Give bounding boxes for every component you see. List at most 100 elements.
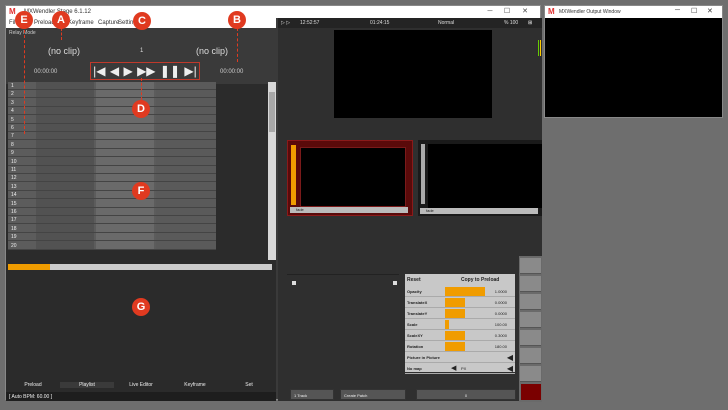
row-number: 6 [11, 125, 14, 131]
pause-icon[interactable]: ❚❚ [160, 65, 180, 77]
track-row[interactable]: 14 [8, 191, 216, 200]
maximize-icon[interactable]: ☐ [691, 7, 697, 15]
no-map-label: No map [407, 366, 422, 371]
strip-cell[interactable] [520, 294, 541, 310]
track-selector[interactable]: 1 Track [290, 389, 334, 400]
no-map-row[interactable]: No map ◀ PX ◀ [405, 363, 515, 374]
track-row[interactable]: 16 [8, 208, 216, 216]
pip-row[interactable]: Picture in Picture ◀ [405, 352, 515, 363]
row-number: 9 [11, 150, 14, 157]
track-row[interactable]: 17 [8, 216, 216, 225]
play-icon[interactable]: ▷ ▷ [281, 20, 290, 26]
minimize-icon[interactable]: ─ [675, 7, 680, 14]
menu-capture[interactable]: Capture [98, 20, 119, 26]
elapsed-time: 01:24:15 [370, 20, 390, 26]
property-row[interactable]: ScaleXY 0.3000 [405, 330, 515, 341]
layer-preview-1[interactable]: fade [287, 140, 413, 216]
property-slider[interactable] [445, 298, 465, 307]
maximize-icon[interactable]: ☐ [500, 7, 514, 17]
property-row[interactable]: Rotation 180.00 [405, 341, 515, 352]
track-row[interactable]: 1 [8, 82, 216, 90]
skip-forward-icon[interactable]: ▶| [184, 65, 196, 77]
no-map-value: PX [461, 366, 467, 371]
tab-preload[interactable]: Preload [6, 382, 60, 388]
properties-panel: Reset Copy to Preload Opacity 1.0000 Trans… [405, 274, 515, 374]
reset-button[interactable]: Reset [407, 277, 421, 283]
layer-2-level[interactable] [421, 144, 425, 204]
add-icon[interactable]: ⊞ [528, 20, 532, 26]
property-slider[interactable] [445, 287, 485, 296]
tab-playlist[interactable]: Playlist [60, 382, 114, 388]
property-value: 0.3000 [494, 333, 507, 338]
track-row[interactable]: 8 [8, 141, 216, 149]
property-row[interactable]: TranslateX 0.0000 [405, 297, 515, 308]
vertical-scrollbar[interactable] [268, 82, 276, 260]
skip-back-icon[interactable]: |◀ [93, 65, 105, 77]
property-value: 1.0000 [494, 289, 507, 294]
strip-cell[interactable] [520, 348, 541, 364]
track-row[interactable]: 4 [8, 107, 216, 116]
opacity-percent: % 100 [504, 20, 519, 26]
horizontal-scrollbar[interactable] [8, 264, 272, 270]
layer-1-level[interactable] [291, 145, 296, 205]
property-slider[interactable] [445, 320, 449, 329]
track-row[interactable]: 5 [8, 116, 216, 124]
property-slider[interactable] [445, 342, 465, 351]
track-row[interactable]: 19 [8, 233, 216, 242]
layer-preview-2[interactable]: fade [418, 140, 542, 216]
property-label: TranslateY [407, 311, 428, 316]
callout-leader [61, 28, 62, 40]
track-row[interactable]: 9 [8, 149, 216, 158]
track-row[interactable]: 20 [8, 242, 216, 250]
blend-mode[interactable]: Normal [438, 20, 454, 26]
tab-live-editor[interactable]: Live Editor [114, 382, 168, 388]
strip-cell[interactable] [520, 276, 541, 292]
sub-panel [287, 274, 399, 378]
track-row[interactable]: 3 [8, 99, 216, 107]
close-icon[interactable]: ✕ [518, 7, 532, 17]
track-row[interactable]: 12 [8, 174, 216, 183]
strip-cell[interactable] [520, 258, 541, 274]
tab-set[interactable]: Set [222, 382, 276, 388]
track-row[interactable]: 15 [8, 200, 216, 208]
close-icon[interactable]: ✕ [707, 7, 713, 15]
property-label: Opacity [407, 289, 422, 294]
checkbox[interactable] [292, 281, 296, 285]
track-row[interactable]: 7 [8, 132, 216, 141]
checkbox[interactable] [393, 281, 397, 285]
arrow-left-icon[interactable]: ◀ [451, 364, 456, 372]
property-slider[interactable] [445, 331, 465, 340]
track-row[interactable]: 13 [8, 183, 216, 191]
menu-keyframe[interactable]: Keyframe [68, 20, 94, 26]
row-number: 18 [11, 225, 17, 232]
property-row[interactable]: Opacity 1.0000 [405, 286, 515, 297]
property-row[interactable]: Scale 100.00 [405, 319, 515, 330]
property-slider[interactable] [445, 309, 465, 318]
strip-cell[interactable] [520, 312, 541, 328]
track-row[interactable]: 2 [8, 90, 216, 99]
arrow-left-icon[interactable]: ◀ [507, 353, 513, 362]
track-row[interactable]: 11 [8, 166, 216, 174]
scroll-thumb[interactable] [269, 92, 275, 132]
strip-cell[interactable] [520, 366, 541, 382]
status-bar: [ Auto BPM: 60.00 ] [6, 392, 276, 401]
minimize-icon[interactable]: ─ [483, 7, 497, 17]
copy-to-preload-button[interactable]: Copy to Preload [461, 277, 499, 283]
output-window: M MXWendler Output Window ─ ☐ ✕ [544, 5, 723, 118]
track-row[interactable]: 18 [8, 225, 216, 233]
property-value: 0.0000 [494, 311, 507, 316]
track-row[interactable]: 10 [8, 158, 216, 166]
arrow-left-icon[interactable]: ◀ [507, 364, 513, 373]
row-number: 2 [11, 91, 14, 98]
fast-forward-icon[interactable]: ▶▶ [137, 65, 155, 77]
track-grid[interactable]: 1 2 3 4 5 6 7 8 9 10 11 12 13 14 15 16 17 18 19 20 [8, 82, 216, 250]
step-back-icon[interactable]: ◀ [110, 65, 119, 77]
play-icon[interactable]: ▶ [123, 65, 132, 77]
title-bar: M MXWendler Stage 6.1.12 ─ ☐ ✕ [6, 6, 540, 18]
property-row[interactable]: TranslateY 0.0000 [405, 308, 515, 319]
tab-keyframe[interactable]: Keyframe [168, 382, 222, 388]
create-patch-button[interactable]: Create Patch [340, 389, 406, 400]
value-field[interactable]: 0 [416, 389, 516, 400]
strip-cell[interactable] [520, 330, 541, 346]
track-row[interactable]: 6 [8, 124, 216, 132]
